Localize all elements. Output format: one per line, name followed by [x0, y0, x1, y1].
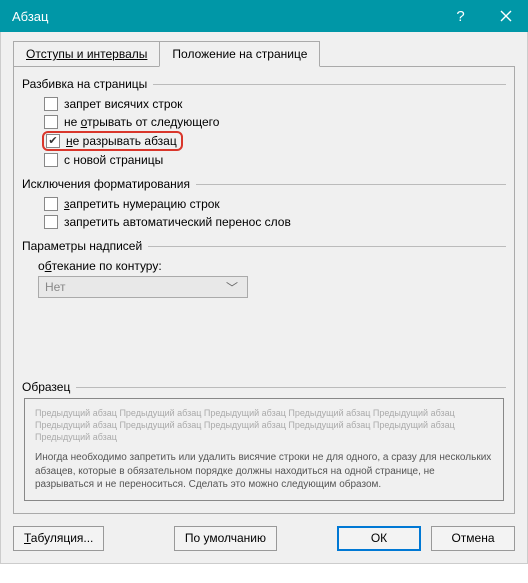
tab-panel: Разбивка на страницы запрет висячих стро…	[13, 66, 515, 514]
spacer	[22, 310, 506, 380]
group-preview: Образец Предыдущий абзац Предыдущий абза…	[22, 380, 506, 501]
preview-lorem: Предыдущий абзац Предыдущий абзац Предыд…	[35, 407, 493, 443]
divider	[196, 184, 506, 185]
divider	[153, 84, 506, 85]
close-icon	[500, 10, 512, 22]
checkbox-row-nohyphen[interactable]: запретить автоматический перенос слов	[22, 213, 506, 231]
group-textbox-label: Параметры надписей	[22, 239, 142, 253]
group-textbox-header: Параметры надписей	[22, 239, 506, 253]
checkbox-nohyphen-label: запретить автоматический перенос слов	[64, 215, 291, 229]
checkbox-keepnext-label: не отрывать от следующего	[64, 115, 219, 129]
checkbox-keeplines-label: не разрывать абзац	[66, 134, 177, 148]
divider	[76, 387, 506, 388]
close-button[interactable]	[483, 0, 528, 32]
ok-button[interactable]: ОК	[337, 526, 421, 551]
checkbox-pagebreak[interactable]	[44, 153, 58, 167]
preview-desc: Иногда необходимо запретить или удалить …	[35, 451, 493, 492]
titlebar: Абзац ?	[0, 0, 528, 32]
tabs-button[interactable]: Табуляция...	[13, 526, 104, 551]
group-pagination-header: Разбивка на страницы	[22, 77, 506, 91]
chevron-down-icon: ﹀	[223, 279, 241, 296]
group-textbox: Параметры надписей обтекание по контуру:…	[22, 239, 506, 302]
checkbox-nonum[interactable]	[44, 197, 58, 211]
wrap-select-value: Нет	[45, 280, 65, 294]
checkbox-keeplines[interactable]	[46, 134, 60, 148]
wrap-select[interactable]: Нет ﹀	[38, 276, 248, 298]
checkbox-row-nonum[interactable]: запретить нумерацию строк	[22, 195, 506, 213]
tab-indents[interactable]: Отступы и интервалы	[13, 41, 160, 67]
checkbox-pagebreak-label: с новой страницы	[64, 153, 163, 167]
preview-box: Предыдущий абзац Предыдущий абзац Предыд…	[24, 398, 504, 501]
dialog-content: Отступы и интервалы Положение на страниц…	[0, 32, 528, 564]
checkbox-row-widow[interactable]: запрет висячих строк	[22, 95, 506, 113]
checkbox-nonum-label: запретить нумерацию строк	[64, 197, 220, 211]
checkbox-row-keepnext[interactable]: не отрывать от следующего	[22, 113, 506, 131]
window-title: Абзац	[12, 9, 438, 24]
wrap-label: обтекание по контуру:	[38, 259, 162, 273]
checkbox-widow-label: запрет висячих строк	[64, 97, 182, 111]
checkbox-row-pagebreak[interactable]: с новой страницы	[22, 151, 506, 169]
checkbox-nohyphen[interactable]	[44, 215, 58, 229]
group-preview-header: Образец	[22, 380, 506, 394]
group-formatting-header: Исключения форматирования	[22, 177, 506, 191]
tab-bar: Отступы и интервалы Положение на страниц…	[13, 41, 515, 67]
wrap-field: обтекание по контуру: Нет ﹀	[22, 257, 506, 302]
button-bar: Табуляция... По умолчанию ОК Отмена	[13, 514, 515, 551]
checkbox-keepnext[interactable]	[44, 115, 58, 129]
group-pagination-label: Разбивка на страницы	[22, 77, 147, 91]
checkbox-row-keeplines-highlight: не разрывать абзац	[42, 131, 183, 151]
divider	[148, 246, 506, 247]
group-formatting: Исключения форматирования запретить нуме…	[22, 177, 506, 231]
group-pagination: Разбивка на страницы запрет висячих стро…	[22, 77, 506, 169]
default-button[interactable]: По умолчанию	[174, 526, 277, 551]
tab-pageposition[interactable]: Положение на странице	[159, 41, 320, 67]
group-preview-label: Образец	[22, 380, 70, 394]
help-button[interactable]: ?	[438, 0, 483, 32]
checkbox-widow[interactable]	[44, 97, 58, 111]
group-formatting-label: Исключения форматирования	[22, 177, 190, 191]
cancel-button[interactable]: Отмена	[431, 526, 515, 551]
